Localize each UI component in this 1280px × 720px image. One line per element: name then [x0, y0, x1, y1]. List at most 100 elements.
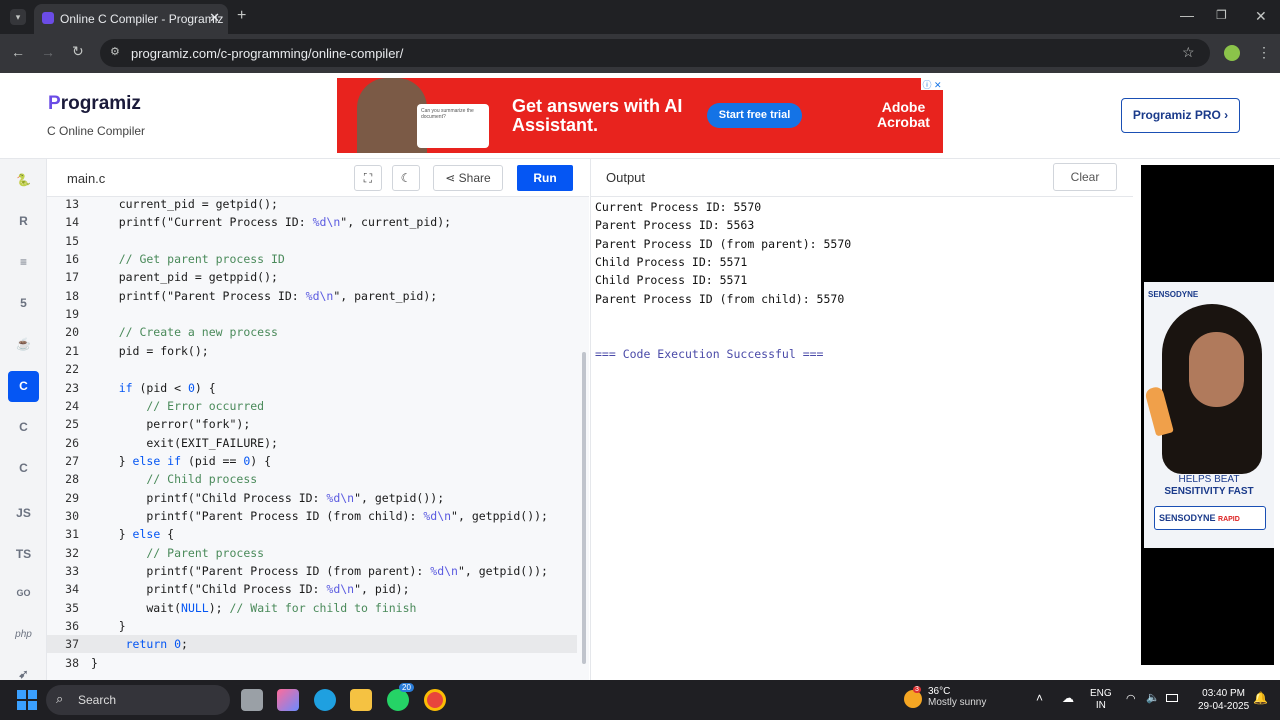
- bookmark-star-icon[interactable]: ☆: [1182, 44, 1195, 61]
- dark-mode-icon[interactable]: ☾: [392, 165, 420, 191]
- typescript-icon[interactable]: TS: [8, 539, 39, 570]
- editor-scrollbar[interactable]: [582, 352, 586, 664]
- programiz-pro-button[interactable]: Programiz PRO ›: [1121, 98, 1240, 133]
- chrome-icon[interactable]: [424, 689, 446, 711]
- code-line: if (pid < 0) {: [91, 381, 216, 395]
- onedrive-cloud-icon[interactable]: ☁: [1062, 691, 1074, 705]
- code-token: ", current_pid);: [340, 215, 452, 230]
- c-icon[interactable]: C: [8, 371, 39, 402]
- code-token: %d\n: [430, 564, 458, 578]
- csharp-icon[interactable]: C: [8, 453, 39, 484]
- code-line: printf("Current Process ID: %d\n", curre…: [91, 215, 451, 229]
- sql-icon[interactable]: ≡: [8, 247, 39, 278]
- code-editor[interactable]: 13 current_pid = getpid(); 14 printf("Cur…: [47, 197, 589, 680]
- line-number: 13: [65, 197, 79, 211]
- javascript-icon[interactable]: JS: [8, 498, 39, 529]
- line-number: 16: [65, 252, 79, 267]
- new-tab-icon[interactable]: +: [237, 7, 246, 25]
- code-line: // Error occurred: [91, 399, 264, 413]
- ad-close-icon[interactable]: ⓘ ✕: [921, 78, 943, 90]
- tab-close-icon[interactable]: ✕: [209, 10, 220, 26]
- run-button[interactable]: Run: [517, 165, 573, 191]
- input-language[interactable]: ENG IN: [1090, 688, 1112, 712]
- tab-search-icon[interactable]: ▾: [10, 9, 26, 25]
- code-line: printf("Parent Process ID: %d\n", parent…: [91, 289, 438, 303]
- window-close-icon[interactable]: ✕: [1255, 8, 1267, 25]
- line-number: 22: [65, 362, 79, 377]
- line-number: 30: [65, 508, 79, 523]
- show-hidden-icons-icon[interactable]: ˄: [1036, 691, 1043, 705]
- battery-icon[interactable]: [1166, 694, 1178, 702]
- fullscreen-icon[interactable]: ⛶: [354, 165, 382, 191]
- output-line: Current Process ID: 5570: [595, 200, 762, 214]
- code-line: current_pid = getpid();: [91, 197, 278, 211]
- address-bar[interactable]: ⚙ programiz.com/c-programming/online-com…: [100, 39, 1210, 67]
- side-ad[interactable]: SENSODYNE HELPS BEAT SENSITIVITY FAST SE…: [1144, 282, 1274, 548]
- share-button[interactable]: ⋖ Share: [433, 165, 503, 191]
- site-info-icon[interactable]: ⚙: [110, 45, 120, 58]
- clock-date: 29-04-2025: [1198, 701, 1250, 712]
- notification-bell-icon[interactable]: 🔔: [1253, 691, 1268, 705]
- line-number: 15: [65, 233, 79, 248]
- copilot-icon[interactable]: [277, 689, 299, 711]
- volume-icon[interactable]: 🔈: [1146, 691, 1160, 704]
- code-token: 0: [187, 380, 195, 395]
- code-line: // Parent process: [91, 546, 264, 560]
- code-token: if: [91, 380, 133, 395]
- line-number: 24: [65, 398, 79, 413]
- code-token: %d\n: [423, 508, 452, 523]
- output-console: Current Process ID: 5570 Parent Process I…: [590, 197, 1133, 680]
- line-number: 33: [65, 564, 79, 578]
- search-icon: ⌕: [56, 691, 64, 706]
- whatsapp-icon[interactable]: 20: [387, 683, 414, 711]
- html-icon[interactable]: 5: [8, 288, 39, 319]
- ad-cta-button[interactable]: Start free trial: [707, 103, 802, 128]
- task-view-icon[interactable]: [241, 689, 263, 711]
- logo-initial: P: [48, 93, 61, 114]
- swift-icon[interactable]: ➹: [8, 659, 39, 681]
- minimize-icon[interactable]: —: [1180, 7, 1194, 23]
- edge-icon[interactable]: [314, 689, 336, 711]
- weather-icon[interactable]: 3: [904, 686, 922, 708]
- taskbar-search[interactable]: ⌕ Search: [46, 685, 230, 715]
- language-sidebar: 🐍 R ≡ 5 ☕ C C C JS TS GO php ➹: [0, 159, 47, 681]
- taskbar-clock[interactable]: 03:40 PM 29-04-2025: [1198, 687, 1249, 713]
- code-token: }: [91, 527, 133, 542]
- reload-icon[interactable]: ↻: [72, 43, 84, 60]
- windows-start-icon[interactable]: [17, 690, 37, 710]
- weather-widget[interactable]: 36°C Mostly sunny: [928, 686, 986, 708]
- r-icon[interactable]: R: [8, 206, 39, 237]
- output-line: Parent Process ID: 5563: [595, 218, 755, 233]
- file-explorer-icon[interactable]: [350, 689, 372, 711]
- wifi-icon[interactable]: ◠: [1126, 692, 1136, 705]
- code-token: %d\n: [326, 582, 355, 597]
- maximize-icon[interactable]: ❐: [1216, 8, 1227, 22]
- ad-brand: Adobe Acrobat: [877, 99, 930, 130]
- line-number: 27: [65, 453, 79, 468]
- java-icon[interactable]: ☕: [8, 329, 39, 360]
- go-icon[interactable]: GO: [8, 578, 39, 609]
- menu-kebab-icon[interactable]: ⋮: [1257, 44, 1271, 61]
- banner-ad[interactable]: Can you summarize the document? Get answ…: [337, 78, 943, 153]
- browser-tab[interactable]: Online C Compiler - Programiz ✕: [34, 4, 228, 34]
- programiz-logo[interactable]: Programiz: [48, 93, 141, 115]
- clear-button[interactable]: Clear: [1053, 163, 1117, 191]
- profile-avatar[interactable]: [1224, 45, 1240, 61]
- line-number: 17: [65, 270, 79, 285]
- code-line: printf("Parent Process ID (from parent):…: [91, 564, 548, 578]
- code-token: %d\n: [312, 215, 341, 230]
- line-number: 37: [65, 637, 79, 652]
- side-ad-product: SENSODYNE RAPID: [1154, 506, 1266, 530]
- line-number: 19: [65, 307, 79, 322]
- php-icon[interactable]: php: [8, 619, 39, 650]
- tab-title: Online C Compiler - Programiz: [60, 12, 224, 26]
- back-icon[interactable]: ←: [11, 44, 25, 60]
- cpp-icon[interactable]: C: [8, 412, 39, 443]
- file-tab[interactable]: main.c: [67, 171, 105, 186]
- python-icon[interactable]: 🐍: [8, 165, 39, 196]
- forward-icon[interactable]: →: [41, 44, 55, 60]
- ad-woman-face: [1189, 332, 1244, 407]
- code-token: ", pid);: [354, 582, 410, 597]
- side-ad-product-name: SENSODYNE: [1159, 513, 1216, 523]
- code-token: );: [208, 600, 230, 615]
